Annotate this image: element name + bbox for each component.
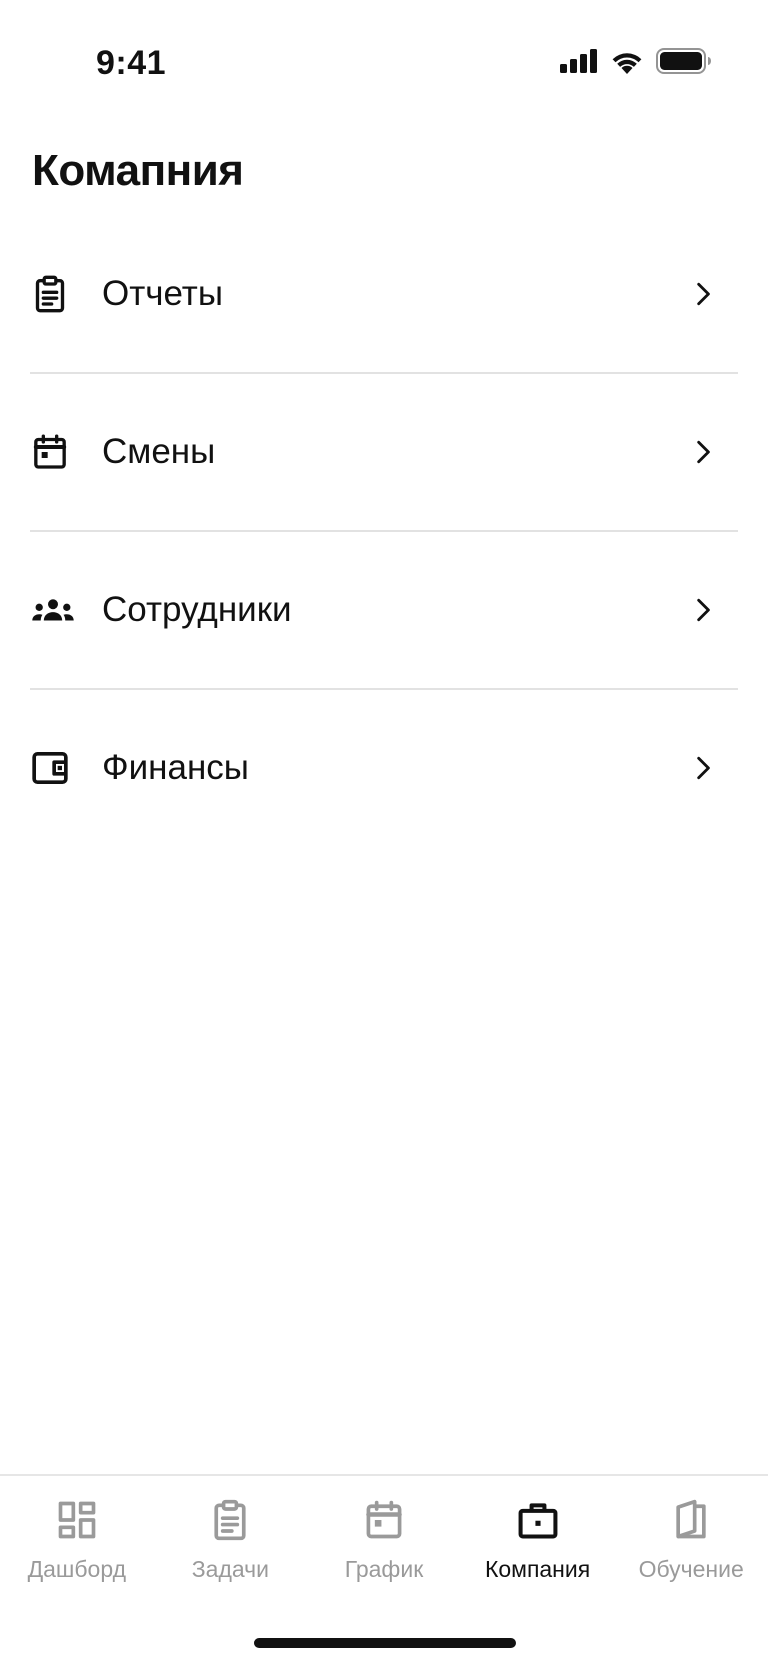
tab-schedule[interactable]: График	[307, 1476, 461, 1596]
wifi-icon	[610, 48, 644, 74]
tab-company[interactable]: Компания	[461, 1476, 615, 1596]
briefcase-icon	[516, 1498, 560, 1542]
home-indicator	[254, 1638, 516, 1648]
menu-list: Отчеты Смены Сотрудники Финансы	[30, 216, 738, 846]
people-icon	[30, 587, 76, 633]
tab-dashboard[interactable]: Дашборд	[0, 1476, 154, 1596]
chevron-right-icon	[690, 439, 716, 465]
calendar-icon	[30, 429, 76, 475]
screen: 9:41 Комапния Отчеты Смены Сотрудники Фи…	[0, 0, 768, 1665]
tab-label: Задачи	[191, 1556, 269, 1582]
status-bar: 9:41	[0, 0, 768, 110]
tab-bar: Дашборд Задачи График Компания Обучение	[0, 1474, 768, 1665]
menu-item-label: Финансы	[102, 748, 249, 787]
chevron-right-icon	[690, 281, 716, 307]
menu-item-employees[interactable]: Сотрудники	[30, 530, 738, 688]
menu-item-finance[interactable]: Финансы	[30, 688, 738, 846]
battery-icon	[656, 48, 712, 74]
book-icon	[669, 1498, 713, 1542]
tab-tasks[interactable]: Задачи	[154, 1476, 308, 1596]
chevron-right-icon	[690, 597, 716, 623]
menu-item-reports[interactable]: Отчеты	[30, 216, 738, 372]
tab-label: Дашборд	[27, 1556, 127, 1582]
tab-label: График	[344, 1556, 424, 1582]
dashboard-icon	[55, 1498, 99, 1542]
status-time: 9:41	[96, 44, 167, 82]
menu-item-label: Смены	[102, 432, 216, 471]
clipboard-icon	[208, 1498, 252, 1542]
calendar-icon	[362, 1498, 406, 1542]
wallet-icon	[30, 745, 76, 791]
clipboard-icon	[30, 271, 76, 317]
tab-label: Обучение	[638, 1556, 744, 1582]
status-icons	[560, 48, 712, 74]
tab-label: Компания	[484, 1556, 591, 1582]
tab-learning[interactable]: Обучение	[614, 1476, 768, 1596]
menu-item-label: Сотрудники	[102, 590, 292, 629]
cellular-signal-icon	[560, 49, 598, 73]
chevron-right-icon	[690, 755, 716, 781]
menu-item-shifts[interactable]: Смены	[30, 372, 738, 530]
menu-item-label: Отчеты	[102, 274, 223, 313]
page-title: Комапния	[32, 146, 244, 195]
